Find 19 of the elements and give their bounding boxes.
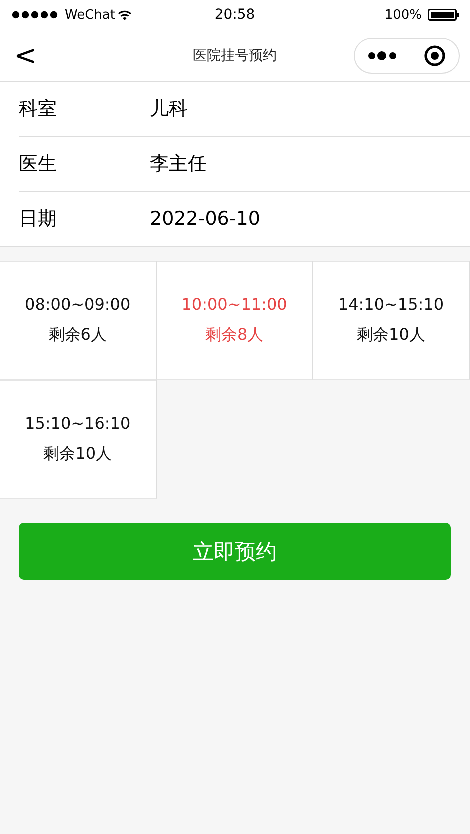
time-slot[interactable]: 08:00~09:00 剩余6人 bbox=[0, 261, 157, 380]
clock-time: 20:58 bbox=[214, 7, 256, 23]
time-slot[interactable]: 14:10~15:10 剩余10人 bbox=[313, 261, 470, 380]
field-label: 医生 bbox=[19, 152, 58, 177]
carrier-name: WeChat bbox=[65, 8, 116, 22]
close-icon[interactable] bbox=[424, 44, 446, 66]
wifi-icon bbox=[118, 10, 132, 20]
field-label: 科室 bbox=[19, 97, 58, 122]
time-slot[interactable]: 10:00~11:00 剩余8人 bbox=[156, 261, 314, 380]
page-title: 医院挂号预约 bbox=[193, 46, 277, 64]
time-slot[interactable]: 15:10~16:10 剩余10人 bbox=[0, 380, 157, 499]
more-icon[interactable] bbox=[368, 50, 398, 60]
field-value: 李主任 bbox=[150, 152, 207, 177]
back-button[interactable]: < bbox=[8, 42, 44, 70]
field-value: 儿科 bbox=[150, 97, 188, 122]
field-label: 日期 bbox=[19, 207, 58, 232]
field-value: 2022-06-10 bbox=[150, 208, 260, 230]
battery-icon bbox=[428, 9, 460, 21]
battery-percent: 100% bbox=[384, 8, 422, 22]
